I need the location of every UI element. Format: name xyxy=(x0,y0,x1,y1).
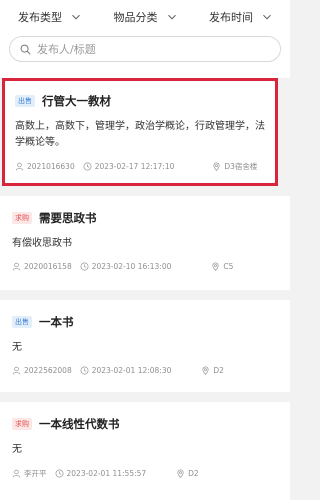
post-user-id: 2020016158 xyxy=(24,262,72,271)
clock-icon xyxy=(80,366,89,375)
post-user: 李开平 xyxy=(12,468,47,479)
post-card[interactable]: 出售 行管大一教材 高数上，高数下，管理学，政治学概论，行政管理学，法学概论等。… xyxy=(2,78,278,186)
user-icon xyxy=(12,262,21,271)
post-location: D2 xyxy=(201,366,224,375)
post-user-id: 李开平 xyxy=(24,469,47,478)
post-location-text: C5 xyxy=(223,262,234,271)
post-description: 有偿收思政书 xyxy=(12,238,72,249)
chevron-down-icon xyxy=(263,14,271,20)
post-time: 2023-02-01 11:55:57 xyxy=(55,469,147,478)
location-pin-icon xyxy=(213,162,220,171)
post-title: 需要思政书 xyxy=(39,211,97,225)
clock-icon xyxy=(55,469,63,478)
post-user: 2021016630 xyxy=(15,162,75,171)
filter-post-type[interactable]: 发布类型 xyxy=(18,9,81,25)
post-time-text: 2023-02-10 16:13:00 xyxy=(91,262,172,271)
post-type-tag: 出售 xyxy=(15,95,35,107)
post-description: 无 xyxy=(12,342,22,353)
user-icon xyxy=(12,366,21,375)
post-type-tag: 求购 xyxy=(12,418,32,430)
post-time: 2023-02-10 16:13:00 xyxy=(80,262,172,271)
post-title: 一本线性代数书 xyxy=(39,417,120,431)
post-time: 2023-02-01 12:08:30 xyxy=(80,366,172,375)
post-user-id: 2022562008 xyxy=(24,366,72,375)
location-pin-icon xyxy=(177,469,184,478)
search-icon xyxy=(20,44,31,54)
post-time-text: 2023-02-17 12:17:10 xyxy=(94,162,175,171)
post-title: 一本书 xyxy=(39,315,74,329)
post-location: C5 xyxy=(211,262,233,271)
post-card[interactable]: 求购 一本线性代数书 无 李开平 2023-02-01 11:55:57 D2 xyxy=(0,402,290,500)
post-location-text: D2 xyxy=(188,469,199,478)
user-icon xyxy=(12,469,21,478)
user-icon xyxy=(15,162,24,171)
post-meta: 2021016630 2023-02-17 12:17:10 D3宿舍楼 xyxy=(15,161,265,172)
filter-post-type-label: 发布类型 xyxy=(18,11,62,24)
search-box[interactable] xyxy=(9,36,281,62)
post-type-tag: 出售 xyxy=(12,316,32,328)
filter-header: 发布类型 物品分类 发布时间 xyxy=(0,0,290,78)
location-pin-icon xyxy=(202,366,209,375)
post-location-text: D3宿舍楼 xyxy=(224,162,258,171)
post-user: 2020016158 xyxy=(12,262,72,271)
post-title: 行管大一教材 xyxy=(42,94,111,108)
clock-icon xyxy=(80,262,89,271)
post-time: 2023-02-17 12:17:10 xyxy=(83,162,175,171)
post-type-tag: 求购 xyxy=(12,212,32,224)
post-location-text: D2 xyxy=(213,366,224,375)
post-user-id: 2021016630 xyxy=(27,162,75,171)
post-meta: 2020016158 2023-02-10 16:13:00 C5 xyxy=(12,262,278,271)
post-time-text: 2023-02-01 11:55:57 xyxy=(66,469,147,478)
filter-post-time-label: 发布时间 xyxy=(209,11,253,24)
filter-post-time[interactable]: 发布时间 xyxy=(209,9,272,25)
filter-bar: 发布类型 物品分类 发布时间 xyxy=(0,0,290,34)
post-user: 2022562008 xyxy=(12,366,72,375)
chevron-down-icon xyxy=(167,14,176,20)
filter-category-label: 物品分类 xyxy=(113,11,158,24)
clock-icon xyxy=(83,162,92,171)
post-meta: 李开平 2023-02-01 11:55:57 D2 xyxy=(12,468,278,479)
post-location: D2 xyxy=(176,469,199,478)
post-location: D3宿舍楼 xyxy=(212,161,257,172)
post-time-text: 2023-02-01 12:08:30 xyxy=(91,366,172,375)
post-meta: 2022562008 2023-02-01 12:08:30 D2 xyxy=(12,366,278,375)
chevron-down-icon xyxy=(72,14,80,20)
filter-category[interactable]: 物品分类 xyxy=(114,9,177,25)
post-card[interactable]: 求购 需要思政书 有偿收思政书 2020016158 2023-02-10 16… xyxy=(0,196,290,290)
post-description: 高数上，高数下，管理学，政治学概论，行政管理学，法学概论等。 xyxy=(15,121,265,148)
post-card[interactable]: 出售 一本书 无 2022562008 2023-02-01 12:08:30 … xyxy=(0,300,290,392)
search-input[interactable] xyxy=(37,42,257,56)
location-pin-icon xyxy=(212,262,219,271)
post-description: 无 xyxy=(12,444,22,455)
